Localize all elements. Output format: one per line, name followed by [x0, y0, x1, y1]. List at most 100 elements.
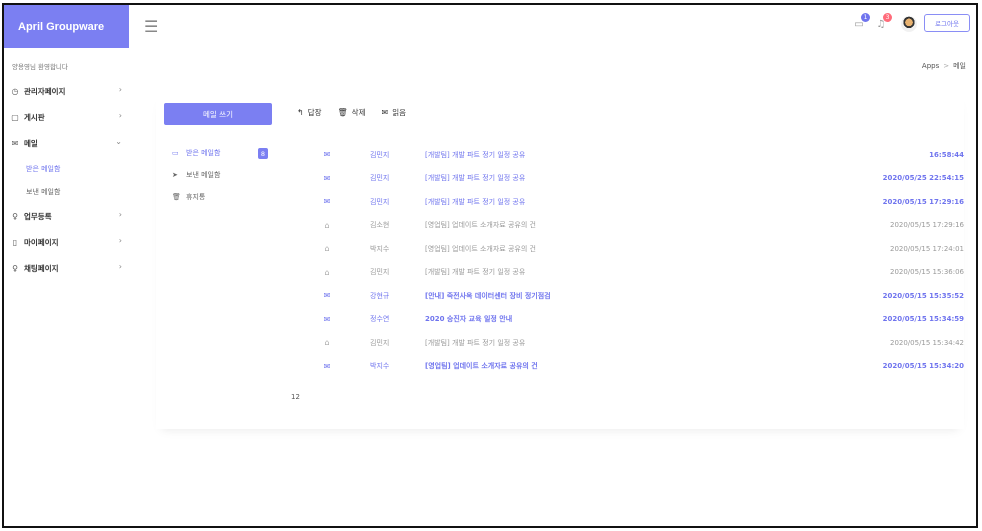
mail-row[interactable]: ✉ 박지수 [영업팀] 업데이트 소개자료 공유의 건 2020/05/15 15:3…	[304, 355, 964, 378]
delete-button[interactable]: 🗑 삭제	[338, 107, 366, 118]
bulb-icon: ♀	[12, 263, 18, 273]
sidebar-item-label: 메일	[24, 138, 38, 148]
mail-sender: 박지수	[370, 362, 390, 370]
mail-row[interactable]: ✉ 강현규 [안내] 죽전사옥 데이터센터 장비 정기점검 2020/05/15 15…	[304, 284, 964, 307]
mail-subject[interactable]: 2020 승진자 교육 일정 안내	[425, 314, 512, 324]
reply-label: 답장	[307, 108, 322, 117]
folder-trash[interactable]: 🗑 휴지통	[172, 190, 272, 204]
mail-sender: 김민지	[370, 174, 390, 182]
folder-label: 보낸 메일함	[186, 171, 221, 179]
mail-date: 2020/05/15 15:34:42	[889, 338, 964, 347]
logout-button[interactable]: 로그아웃	[924, 14, 970, 32]
mail-subject[interactable]: [안내] 죽전사옥 데이터센터 장비 정기점검	[425, 291, 551, 301]
mail-date: 2020/05/15 17:29:16	[882, 197, 964, 206]
read-envelope-icon[interactable]: ⌂	[321, 244, 333, 253]
gauge-icon: ◷	[11, 86, 19, 96]
mail-sender: 김민지	[370, 197, 390, 206]
bell-badge: 3	[883, 13, 892, 22]
chevron-right-icon: ›	[118, 262, 122, 271]
sidebar-item-label: 채팅페이지	[24, 263, 59, 273]
mail-notification-icon[interactable]: ▭ 1	[852, 13, 870, 31]
breadcrumb: Apps > 메일	[922, 61, 966, 71]
inbox-icon: ▭	[172, 149, 179, 157]
mail-subject[interactable]: [개발팀] 개발 파트 정기 일정 공유	[425, 338, 525, 348]
sidebar-item-mail[interactable]: ✉ 메일 ⌄	[10, 136, 122, 150]
mail-sender: 정수연	[370, 315, 390, 323]
mail-row[interactable]: ⌂ 김소현 [영업팀] 업데이트 소개자료 공유의 건 2020/05/15 17:2…	[304, 214, 964, 237]
folder-inbox[interactable]: ▭ 받은 메일함 8	[172, 146, 272, 160]
read-envelope-icon[interactable]: ⌂	[321, 338, 333, 347]
mail-row[interactable]: ✉ 김민지 [개발팀] 개발 파트 정기 일정 공유 2020/05/15 17:29…	[304, 190, 964, 213]
sidebar-subitem-sent[interactable]: 보낸 메일함	[26, 187, 60, 197]
mail-subject[interactable]: [영업팀] 업데이트 소개자료 공유의 건	[425, 244, 536, 254]
sidebar-item-admin[interactable]: ◷ 관리자페이지 ›	[10, 84, 123, 98]
mail-date: 2020/05/15 15:36:06	[889, 268, 964, 276]
send-icon: ➤	[172, 171, 178, 179]
sidebar-item-label: 관리자페이지	[24, 86, 66, 96]
mark-read-button[interactable]: ✉ 읽음	[381, 107, 406, 118]
trash-icon: 🗑	[172, 193, 181, 201]
read-envelope-icon[interactable]: ⌂	[321, 221, 333, 230]
page-icon: ▯	[12, 237, 18, 247]
document-icon: ▢	[11, 112, 19, 122]
mail-row[interactable]: ✉ 정수연 2020 승진자 교육 일정 안내 2020/05/15 15:34:59	[304, 308, 964, 331]
menu-toggle-icon[interactable]: ☰	[144, 17, 158, 36]
folder-label: 받은 메일함	[186, 149, 221, 157]
unread-envelope-icon[interactable]: ✉	[321, 150, 333, 159]
sidebar-item-chat[interactable]: ♀ 채팅페이지 ›	[10, 261, 122, 275]
unread-envelope-icon[interactable]: ✉	[321, 291, 333, 300]
mail-row[interactable]: ⌂ 김민지 [개발팀] 개발 파트 정기 일정 공유 2020/05/15 15:34…	[304, 331, 964, 354]
chevron-right-icon: ›	[118, 236, 122, 245]
unread-envelope-icon[interactable]: ✉	[321, 315, 333, 324]
sidebar-item-label: 업무등록	[24, 211, 52, 221]
mail-row[interactable]: ✉ 김민지 [개발팀] 개발 파트 정기 일정 공유 16:58:44	[304, 143, 964, 166]
sidebar-item-task[interactable]: ♀ 업무등록 ›	[10, 209, 122, 223]
sidebar: 양용영님 환영합니다 ◷ 관리자페이지 › ▢ 게시판 › ✉ 메일 ⌄ 받은 …	[4, 48, 132, 526]
breadcrumb-separator: >	[943, 62, 950, 70]
inbox-count-badge: 8	[258, 148, 268, 159]
mail-sender: 박지수	[370, 244, 390, 253]
sidebar-item-mypage[interactable]: ▯ 마이페이지 ›	[10, 235, 122, 249]
mail-row[interactable]: ⌂ 박지수 [영업팀] 업데이트 소개자료 공유의 건 2020/05/15 17:2…	[304, 237, 964, 260]
unread-envelope-icon[interactable]: ✉	[321, 362, 333, 371]
mail-sender: 김민지	[370, 268, 390, 276]
mail-date: 2020/05/15 17:29:16	[889, 221, 964, 229]
folder-sent[interactable]: ➤ 보낸 메일함	[172, 168, 272, 182]
unread-envelope-icon[interactable]: ✉	[321, 174, 333, 183]
reply-icon: ↰	[297, 108, 304, 117]
mail-date: 2020/05/15 15:34:20	[882, 362, 964, 370]
mail-row[interactable]: ✉ 김민지 [개발팀] 개발 파트 정기 일정 공유 2020/05/25 22:54…	[304, 167, 964, 190]
mail-subject[interactable]: [개발팀] 개발 파트 정기 일정 공유	[425, 197, 525, 207]
welcome-text: 양용영님 환영합니다	[12, 63, 68, 71]
mail-date: 2020/05/15 17:24:01	[889, 244, 964, 253]
mail-subject[interactable]: [개발팀] 개발 파트 정기 일정 공유	[425, 150, 525, 160]
mail-subject[interactable]: [영업팀] 업데이트 소개자료 공유의 건	[425, 361, 538, 371]
mail-date: 2020/05/25 22:54:15	[882, 174, 964, 182]
mail-sender: 강현규	[370, 291, 390, 300]
reply-button[interactable]: ↰ 답장	[297, 107, 322, 118]
mail-date: 16:58:44	[929, 150, 964, 159]
mail-subject[interactable]: [영업팀] 업데이트 소개자료 공유의 건	[425, 220, 536, 230]
folder-label: 휴지통	[186, 193, 206, 201]
brand-logo[interactable]: April Groupware	[4, 5, 129, 48]
mail-date: 2020/05/15 15:34:59	[882, 315, 964, 323]
breadcrumb-current: 메일	[953, 62, 966, 70]
unread-envelope-icon[interactable]: ✉	[321, 197, 333, 206]
chevron-right-icon: ›	[118, 111, 122, 120]
trash-icon: 🗑	[337, 108, 348, 117]
sidebar-item-board[interactable]: ▢ 게시판 ›	[10, 110, 122, 124]
mail-subject[interactable]: [개발팀] 개발 파트 정기 일정 공유	[425, 173, 525, 183]
read-envelope-icon[interactable]: ⌂	[321, 268, 333, 277]
bell-notification-icon[interactable]: ♫ 3	[874, 13, 892, 31]
mail-subject[interactable]: [개발팀] 개발 파트 정기 일정 공유	[425, 267, 525, 277]
pagination[interactable]: 12	[291, 393, 300, 401]
compose-button[interactable]: 메일 쓰기	[164, 103, 272, 125]
mail-row[interactable]: ⌂ 김민지 [개발팀] 개발 파트 정기 일정 공유 2020/05/15 15:36…	[304, 261, 964, 284]
chevron-down-icon: ⌄	[115, 137, 122, 146]
app-window: April Groupware 양용영님 환영합니다 ◷ 관리자페이지 › ▢ …	[2, 3, 978, 528]
sidebar-subitem-inbox[interactable]: 받은 메일함	[26, 164, 60, 174]
mail-sender: 김소현	[370, 221, 390, 229]
sidebar-item-label: 게시판	[24, 112, 45, 122]
breadcrumb-root[interactable]: Apps	[922, 62, 939, 70]
avatar[interactable]	[901, 16, 917, 32]
